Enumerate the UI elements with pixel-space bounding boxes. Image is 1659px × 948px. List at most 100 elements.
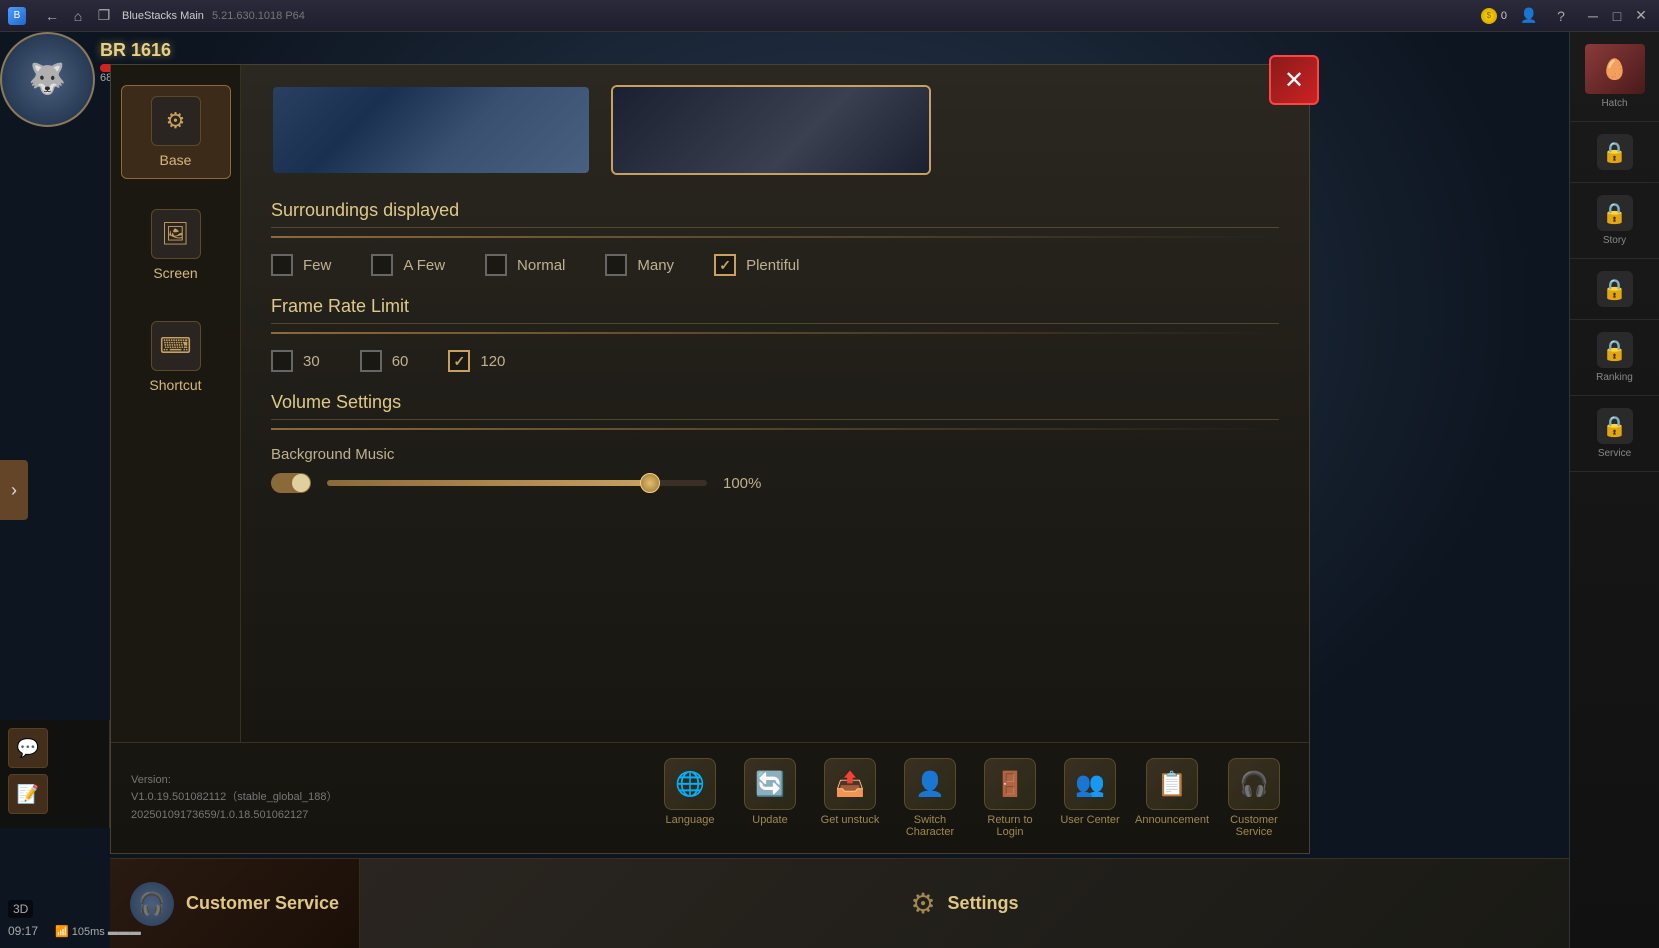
character-br: BR 1616 (100, 40, 220, 61)
sidebar-item-lock-2[interactable]: 🔒 (1570, 259, 1659, 320)
character-portrait-area: 🐺 (0, 32, 110, 142)
sidebar-item-lock-1[interactable]: 🔒 (1570, 122, 1659, 183)
surroundings-many[interactable]: Many (605, 254, 674, 276)
return-login-label: Return toLogin (987, 814, 1032, 838)
surroundings-few[interactable]: Few (271, 254, 331, 276)
surroundings-options: Few A Few Normal Many (271, 254, 1279, 276)
theme-card-2[interactable] (611, 85, 931, 175)
customer-service-button[interactable]: 🎧 Customer Service (110, 859, 360, 948)
announcement-button[interactable]: 📋 Announcement (1135, 758, 1209, 838)
view-3d-label: 3D (13, 902, 28, 916)
account-button[interactable]: 👤 (1519, 6, 1539, 26)
fps-120[interactable]: 120 (448, 350, 505, 372)
sidebar-hatch-label: Hatch (1601, 98, 1627, 109)
notification-button[interactable]: 📝 (8, 774, 48, 814)
customer-service-footer-button[interactable]: 🎧 CustomerService (1219, 758, 1289, 838)
theme-thumbnails (271, 85, 1279, 175)
nav-item-screen[interactable]: 🖼 Screen (121, 199, 231, 291)
nav-item-shortcut[interactable]: ⌨ Shortcut (121, 311, 231, 403)
titlebar-right: $ 0 👤 ? ─ □ ✕ (1481, 6, 1651, 26)
hud-network: 📶 105ms ▬▬▬ (55, 925, 141, 938)
music-toggle[interactable] (271, 473, 311, 493)
panel-content: ⚙ Base 🖼 Screen ⌨ Shortcut (111, 65, 1309, 742)
settings-main-content: Surroundings displayed Few A Few Normal (241, 65, 1309, 742)
surroundings-plentiful[interactable]: Plentiful (714, 254, 799, 276)
nav-controls: ← ⌂ ❐ (42, 6, 114, 26)
get-unstuck-icon: 📤 (824, 758, 876, 810)
br-value: 1616 (131, 40, 171, 60)
music-slider[interactable] (327, 480, 707, 486)
surroundings-title: Surroundings displayed (271, 200, 1279, 228)
help-button[interactable]: ? (1551, 6, 1571, 26)
update-icon: 🔄 (744, 758, 796, 810)
hud-time: 09:17 (8, 924, 38, 938)
version-info: Version: V1.0.19.501082112（stable_global… (131, 772, 338, 825)
titlebar: B ← ⌂ ❐ BlueStacks Main 5.21.630.1018 P6… (0, 0, 1659, 32)
update-button[interactable]: 🔄 Update (735, 758, 805, 838)
chat-button[interactable]: 💬 (8, 728, 48, 768)
surroundings-a-few[interactable]: A Few (371, 254, 445, 276)
coin-display: $ 0 (1481, 8, 1507, 24)
fps-60-checkbox[interactable] (360, 350, 382, 372)
surroundings-afew-checkbox[interactable] (371, 254, 393, 276)
fps-60[interactable]: 60 (360, 350, 409, 372)
fps-30[interactable]: 30 (271, 350, 320, 372)
settings-footer: Version: V1.0.19.501082112（stable_global… (111, 742, 1309, 853)
maximize-button[interactable]: □ (1607, 6, 1627, 26)
app-icon: B (8, 7, 26, 25)
nav-label-base: Base (160, 152, 192, 168)
user-center-icon: 👥 (1064, 758, 1116, 810)
fps-30-label: 30 (303, 353, 320, 370)
announcement-icon: 📋 (1146, 758, 1198, 810)
left-expand-button[interactable]: › (0, 460, 28, 520)
sidebar-item-hatch[interactable]: 🥚 Hatch (1570, 32, 1659, 122)
toggle-track[interactable] (271, 473, 311, 493)
fps-30-checkbox[interactable] (271, 350, 293, 372)
surroundings-plentiful-label: Plentiful (746, 257, 799, 274)
coin-icon: $ (1481, 8, 1497, 24)
customer-service-label: Customer Service (186, 893, 339, 914)
get-unstuck-label: Get unstuck (821, 814, 880, 826)
surroundings-many-checkbox[interactable] (605, 254, 627, 276)
surroundings-normal-checkbox[interactable] (485, 254, 507, 276)
frame-rate-divider (271, 332, 1279, 334)
back-button[interactable]: ← (42, 6, 62, 26)
version-line1: V1.0.19.501082112（stable_global_188） (131, 789, 338, 807)
view-mode-3d[interactable]: 3D (8, 900, 33, 918)
get-unstuck-button[interactable]: 📤 Get unstuck (815, 758, 885, 838)
window-controls: ─ □ ✕ (1583, 6, 1651, 26)
switch-character-button[interactable]: 👤 SwitchCharacter (895, 758, 965, 838)
copy-button[interactable]: ❐ (94, 6, 114, 26)
sidebar-item-service[interactable]: 🔒 Service (1570, 396, 1659, 472)
close-settings-button[interactable]: ✕ (1269, 55, 1319, 105)
minimize-button[interactable]: ─ (1583, 6, 1603, 26)
frame-rate-options: 30 60 120 (271, 350, 1279, 372)
return-login-icon: 🚪 (984, 758, 1036, 810)
nav-label-screen: Screen (153, 265, 197, 281)
surroundings-normal[interactable]: Normal (485, 254, 565, 276)
surroundings-few-checkbox[interactable] (271, 254, 293, 276)
chat-panel: 💬 📝 (0, 720, 110, 828)
theme-card-1[interactable] (271, 85, 591, 175)
user-center-label: User Center (1060, 814, 1119, 826)
return-login-button[interactable]: 🚪 Return toLogin (975, 758, 1045, 838)
nav-item-base[interactable]: ⚙ Base (121, 85, 231, 179)
surroundings-plentiful-checkbox[interactable] (714, 254, 736, 276)
settings-button[interactable]: ⚙ Settings (360, 859, 1569, 948)
character-avatar: 🐺 (0, 32, 95, 127)
sidebar-item-story[interactable]: 🔒 Story (1570, 183, 1659, 259)
update-label: Update (752, 814, 787, 826)
user-center-button[interactable]: 👥 User Center (1055, 758, 1125, 838)
version-line2: 20250109173659/1.0.18.501062127 (131, 807, 338, 825)
screen-icon: 🖼 (151, 209, 201, 259)
language-button[interactable]: 🌐 Language (655, 758, 725, 838)
home-button[interactable]: ⌂ (68, 6, 88, 26)
lock-icon-1: 🔒 (1597, 134, 1633, 170)
sidebar-item-ranking[interactable]: 🔒 Ranking (1570, 320, 1659, 396)
close-window-button[interactable]: ✕ (1631, 6, 1651, 26)
surroundings-afew-label: A Few (403, 257, 445, 274)
volume-divider (271, 428, 1279, 430)
version-prefix: Version: (131, 772, 338, 790)
music-slider-thumb[interactable] (640, 473, 660, 493)
fps-120-checkbox[interactable] (448, 350, 470, 372)
